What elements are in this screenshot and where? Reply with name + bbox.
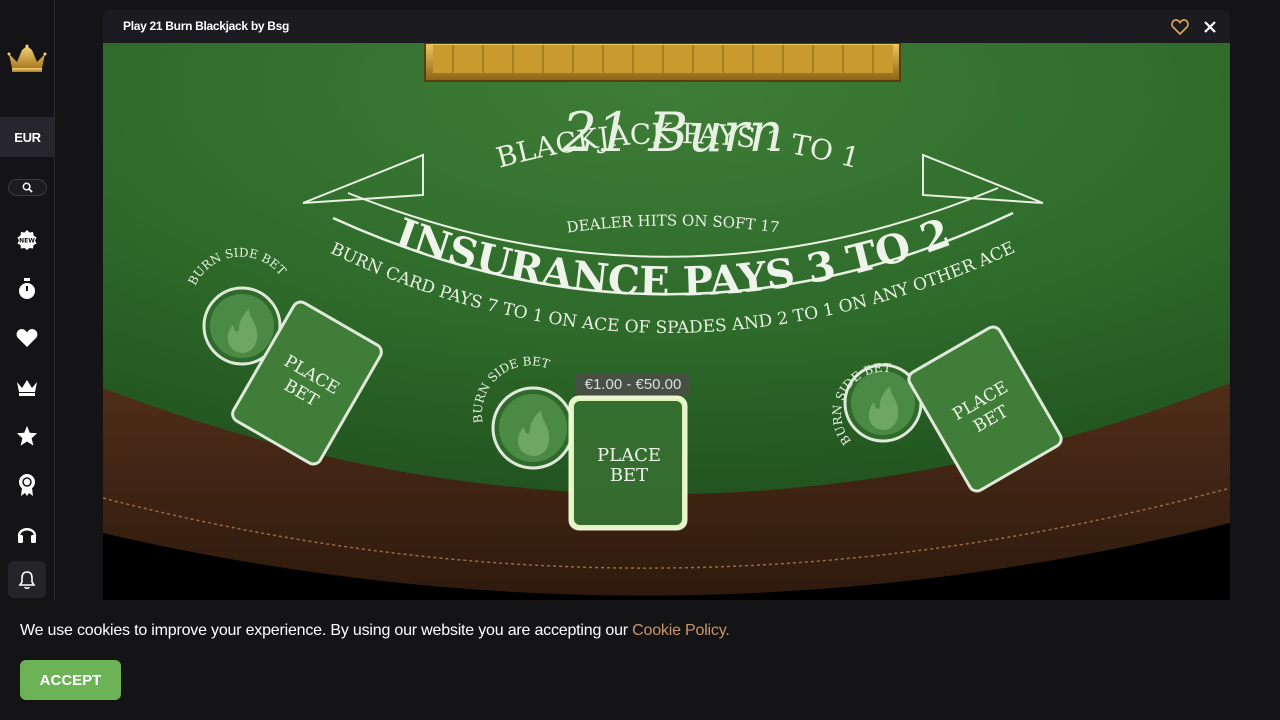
side-bet-spot-center[interactable] — [491, 386, 575, 470]
cookie-notice: We use cookies to improve your experienc… — [20, 622, 730, 640]
place-bet-spot-center[interactable]: PLACE BET — [568, 395, 688, 531]
nav-tournaments[interactable] — [15, 473, 39, 497]
award-ribbon-icon — [19, 474, 35, 496]
blackjack-table[interactable]: 21 Burn BLACKJACK PAYS 1 TO 1 DEALER HIT… — [103, 43, 1230, 600]
game-title: Play 21 Burn Blackjack by Bsg — [123, 19, 290, 33]
place-bet-text: BET — [610, 465, 648, 486]
cookie-policy-link[interactable]: Cookie Policy. — [632, 622, 730, 639]
nav-new-games[interactable]: NEW — [15, 228, 39, 252]
bell-icon — [18, 570, 36, 589]
nav-recent[interactable] — [15, 277, 39, 301]
search-icon — [22, 182, 33, 193]
game-header: Play 21 Burn Blackjack by Bsg — [103, 10, 1230, 43]
close-icon[interactable] — [1201, 18, 1219, 36]
place-bet-text: PLACE — [597, 445, 661, 466]
nav-top-rated[interactable] — [15, 424, 39, 448]
nav-favorites[interactable] — [15, 326, 39, 350]
currency-selector[interactable]: EUR — [0, 117, 55, 157]
sidebar: EUR NEW — [0, 0, 55, 600]
cookie-notice-text: We use cookies to improve your experienc… — [20, 622, 633, 639]
svg-text:NEW: NEW — [19, 238, 35, 245]
crown-icon — [17, 380, 37, 396]
nav-vip[interactable] — [15, 375, 39, 399]
stopwatch-icon — [19, 278, 35, 299]
accept-cookies-button[interactable]: ACCEPT — [20, 660, 121, 700]
game-frame: Play 21 Burn Blackjack by Bsg 21 Burn BL… — [103, 10, 1230, 600]
crown-logo-icon[interactable] — [7, 44, 47, 74]
heart-icon — [16, 329, 38, 347]
new-badge-icon: NEW — [17, 230, 37, 250]
headset-icon — [17, 528, 37, 543]
nav-support[interactable] — [15, 522, 39, 546]
favorite-heart-icon[interactable] — [1171, 18, 1189, 36]
notifications-button[interactable] — [8, 561, 46, 598]
bet-range-text: €1.00 - €50.00 — [585, 376, 682, 393]
star-icon — [16, 425, 38, 446]
search-button[interactable] — [8, 179, 47, 196]
